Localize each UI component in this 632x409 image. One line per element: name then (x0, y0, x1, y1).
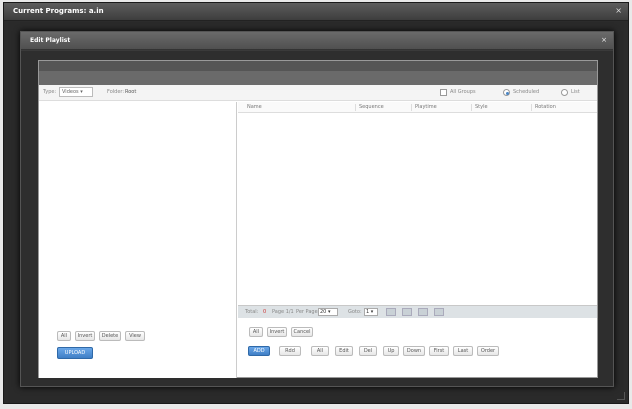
filter-toolbar: Type: Videos ▾ Folder: Root All Groups S… (39, 85, 597, 101)
delete-item-button[interactable]: Del (359, 346, 377, 356)
playlist-table: Name Sequence Playtime Style Rotation (238, 102, 597, 326)
cancel-button[interactable]: Cancel (291, 327, 313, 337)
dialog-title-bar: Edit Playlist × (21, 32, 613, 50)
page-indicator: Page 1/1 (272, 309, 294, 315)
outer-window-title: Current Programs: a.in (13, 7, 104, 15)
playlist-panel: Type: Videos ▾ Folder: Root All Groups S… (38, 60, 598, 378)
resize-handle-icon[interactable] (617, 392, 625, 400)
list-radio[interactable] (561, 89, 568, 96)
per-page-select[interactable]: 20 ▾ (318, 308, 338, 316)
select-all-button[interactable]: All (57, 331, 71, 341)
scheduled-radio[interactable] (503, 89, 510, 96)
all-button[interactable]: All (311, 346, 329, 356)
order-button[interactable]: Order (477, 346, 499, 356)
type-select[interactable]: Videos ▾ (59, 87, 93, 97)
prev-page-button[interactable] (402, 308, 412, 316)
column-header[interactable]: Rotation (532, 104, 592, 111)
upload-button[interactable]: UPLOAD (57, 347, 93, 359)
scheduled-label: Scheduled (513, 89, 540, 95)
move-first-button[interactable]: First (429, 346, 449, 356)
goto-label: Goto: (348, 309, 362, 315)
table-header: Name Sequence Playtime Style Rotation (238, 102, 597, 113)
next-page-button[interactable] (418, 308, 428, 316)
edit-button[interactable]: Edit (335, 346, 353, 356)
move-last-button[interactable]: Last (453, 346, 473, 356)
goto-select[interactable]: 1 ▾ (364, 308, 378, 316)
panel-bar (39, 71, 597, 85)
column-header[interactable]: Name (244, 104, 356, 111)
all-groups-label: All Groups (450, 89, 476, 95)
folder-value[interactable]: Root (125, 89, 136, 95)
dialog-title: Edit Playlist (30, 37, 71, 44)
move-up-button[interactable]: Up (383, 346, 399, 356)
column-header[interactable]: Playtime (412, 104, 472, 111)
delete-button[interactable]: Delete (99, 331, 121, 341)
invert-button[interactable]: Invert (267, 327, 287, 337)
all-groups-checkbox[interactable] (440, 89, 447, 96)
list-label: List (571, 89, 580, 95)
panel-header (39, 61, 597, 71)
add-button[interactable]: ADD (248, 346, 270, 356)
table-pager: Total: 0 Page 1/1 Per Page 20 ▾ Goto: 1 … (238, 305, 597, 318)
select-all-button[interactable]: All (249, 327, 263, 337)
column-header[interactable]: Sequence (356, 104, 412, 111)
last-page-button[interactable] (434, 308, 444, 316)
move-down-button[interactable]: Down (403, 346, 425, 356)
folder-label: Folder: (107, 89, 125, 95)
close-icon[interactable]: × (615, 6, 622, 15)
dialog-close-icon[interactable]: × (601, 36, 607, 44)
outer-title-bar: Current Programs: a.in × (4, 3, 628, 21)
type-label: Type: (43, 89, 57, 95)
invert-button[interactable]: Invert (75, 331, 95, 341)
rdd-button[interactable]: Rdd (279, 346, 301, 356)
column-header[interactable]: Style (472, 104, 532, 111)
per-page-label: Per Page (296, 309, 318, 315)
view-button[interactable]: View (125, 331, 145, 341)
total-value: 0 (263, 309, 267, 315)
first-page-button[interactable] (386, 308, 396, 316)
total-label: Total: (245, 309, 259, 315)
